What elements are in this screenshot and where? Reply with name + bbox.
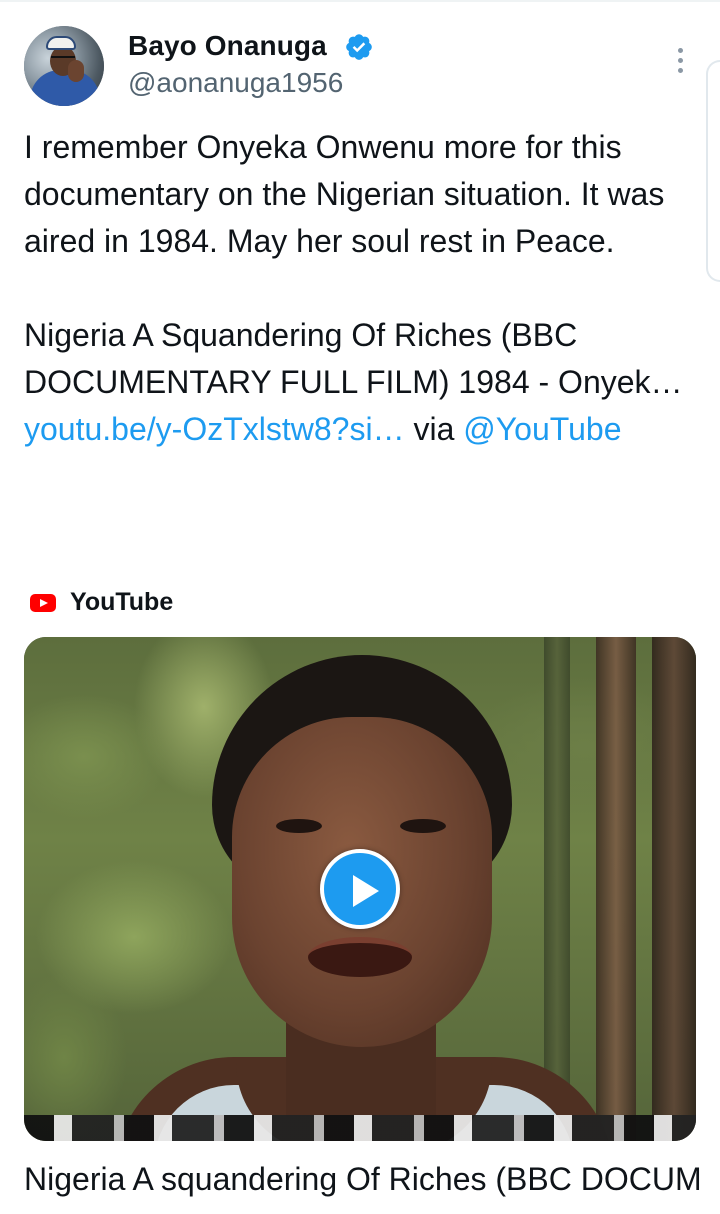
more-options-icon[interactable] <box>666 42 694 78</box>
avatar[interactable] <box>24 26 104 106</box>
card-source: YouTube <box>30 588 173 617</box>
video-link[interactable]: youtu.be/y-OzTxlstw8?si… <box>24 411 405 447</box>
scroll-edge <box>706 60 720 282</box>
youtube-logo-icon <box>30 593 56 612</box>
author-name[interactable]: Bayo Onanuga <box>128 28 327 64</box>
video-thumbnail[interactable] <box>24 637 696 1141</box>
play-icon[interactable] <box>320 849 400 929</box>
card-title[interactable]: Nigeria A squandering Of Riches (BBC DOC… <box>24 1156 704 1214</box>
youtube-mention-link[interactable]: @YouTube <box>463 411 621 447</box>
author-handle[interactable]: @aonanuga1956 <box>128 66 343 100</box>
tweet-paragraph: I remember Onyeka Onwenu more for this d… <box>24 129 665 259</box>
top-divider <box>0 0 720 2</box>
tweet-paragraph-share: Nigeria A Squandering Of Riches (BBC DOC… <box>24 312 684 453</box>
card-source-label: YouTube <box>70 588 174 616</box>
tweet-text: I remember Onyeka Onwenu more for this d… <box>24 124 684 453</box>
via-text: via <box>413 411 455 447</box>
shared-title: Nigeria A Squandering Of Riches (BBC DOC… <box>24 317 683 400</box>
verified-badge-icon <box>346 34 372 60</box>
